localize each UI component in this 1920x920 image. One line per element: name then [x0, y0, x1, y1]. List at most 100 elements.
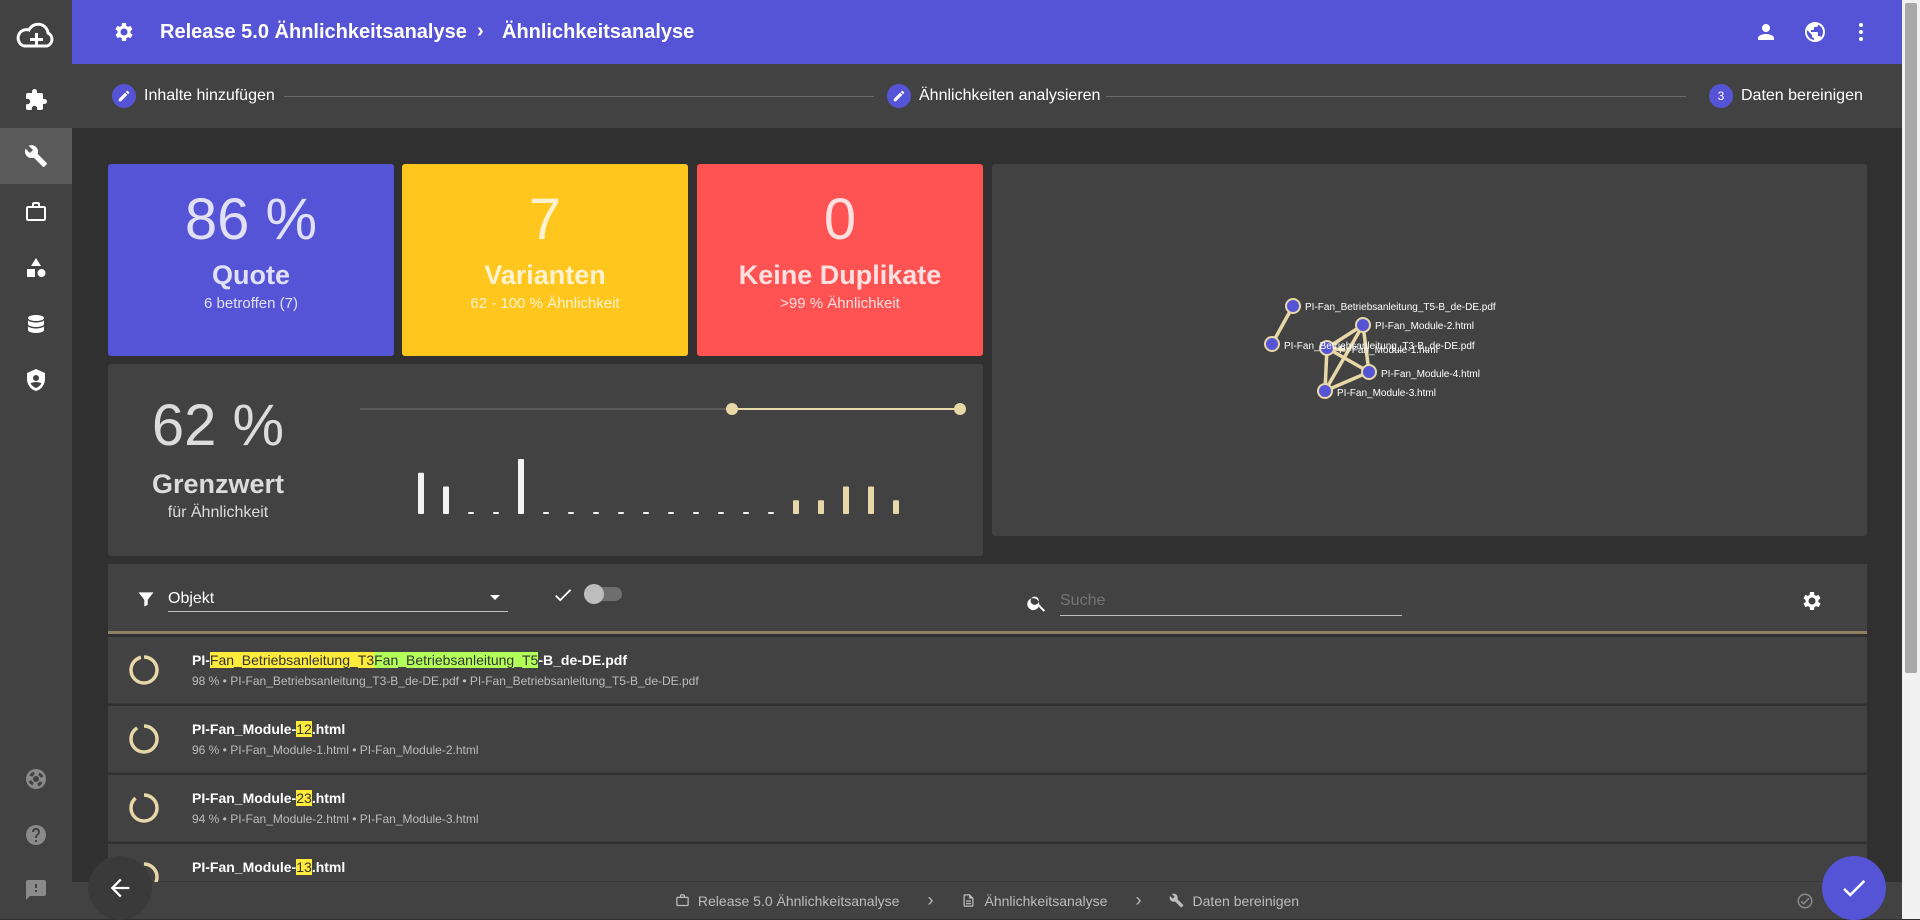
globe-icon[interactable]	[1803, 20, 1827, 44]
histogram-bar	[793, 500, 799, 514]
scrollbar-thumb[interactable]	[1905, 3, 1917, 673]
document-icon	[963, 894, 974, 907]
cloud-add-icon[interactable]	[0, 8, 72, 64]
graph-node-label: PI-Fan_Module-4.html	[1381, 369, 1480, 380]
result-meta: 94 % • PI-Fan_Module-2.html • PI-Fan_Mod…	[192, 812, 479, 826]
varianten-tile[interactable]: 7 Varianten 62 - 100 % Ähnlichkeit	[402, 164, 688, 356]
wrench-icon	[1170, 893, 1184, 908]
step-label: Daten bereinigen	[1741, 87, 1863, 104]
slider-handle-max[interactable]	[954, 403, 966, 415]
page-title: Ähnlichkeitsanalyse	[502, 21, 695, 43]
scrollbar[interactable]	[1902, 0, 1920, 919]
list-item[interactable]: PI-Fan_Betriebsanleitung_T3Fan_Betriebsa…	[108, 637, 1867, 704]
histogram-bar	[893, 500, 899, 514]
puzzle-icon[interactable]	[0, 72, 72, 128]
graph-node[interactable]	[1285, 298, 1301, 314]
footer-crumb-release[interactable]: Release 5.0 Ähnlichkeitsanalyse	[675, 893, 899, 909]
graph-node-label: PI-Fan_Betriebsanleitung_T5-B_de-DE.pdf	[1305, 302, 1496, 313]
footer-crumb-clean[interactable]: Daten bereinigen	[1169, 893, 1299, 909]
nav-rail	[0, 0, 72, 919]
histogram-bar	[468, 512, 474, 514]
lifebuoy-icon[interactable]	[0, 751, 72, 807]
histogram-bar	[618, 512, 624, 514]
histogram-bar	[568, 512, 574, 514]
pencil-icon	[887, 84, 911, 108]
breadcrumb-root[interactable]: Release 5.0 Ähnlichkeitsanalyse	[160, 21, 467, 44]
duplikate-tile[interactable]: 0 Keine Duplikate >99 % Ähnlichkeit	[697, 164, 983, 356]
settings-icon[interactable]	[1800, 589, 1824, 613]
list-item[interactable]: PI-Fan_Module-13.html	[108, 844, 1867, 892]
account-icon[interactable]	[1754, 20, 1778, 44]
histogram-bar	[818, 500, 824, 514]
list-item[interactable]: PI-Fan_Module-12.html 96 % • PI-Fan_Modu…	[108, 706, 1867, 773]
shield-icon[interactable]	[0, 352, 72, 408]
graph-node-label: PI-Fan_Module-2.html	[1375, 321, 1474, 332]
briefcase-icon	[676, 894, 689, 907]
threshold-sub: für Ähnlichkeit	[167, 504, 269, 521]
duplikate-value: 0	[823, 187, 857, 252]
check-icon	[1843, 880, 1866, 897]
gear-icon[interactable]	[112, 20, 136, 44]
varianten-label: Varianten	[484, 259, 606, 290]
chevron-right-icon: ›	[1135, 890, 1142, 910]
histogram-bar	[443, 486, 449, 514]
result-meta: 96 % • PI-Fan_Module-1.html • PI-Fan_Mod…	[192, 743, 479, 757]
footer-crumb-analysis[interactable]: Ähnlichkeitsanalyse	[961, 893, 1107, 909]
step-number: 3	[1709, 84, 1733, 108]
chevron-down-icon	[490, 595, 500, 600]
quote-value: 86 %	[184, 187, 318, 252]
graph-node[interactable]	[1317, 383, 1333, 399]
quote-label: Quote	[212, 259, 290, 290]
step-connector	[284, 96, 874, 97]
histogram-bar	[693, 512, 699, 514]
histogram-bar	[668, 512, 674, 514]
varianten-value: 7	[528, 187, 562, 252]
app-header: Release 5.0 Ähnlichkeitsanalyse › Ähnlic…	[72, 0, 1902, 64]
varianten-sub: 62 - 100 % Ähnlichkeit	[470, 294, 620, 312]
threshold-slider[interactable]	[348, 394, 968, 534]
result-title: PI-Fan_Module-13.html	[192, 859, 346, 875]
graph-node-label: PI-Fan_Module-1.html	[1339, 345, 1438, 356]
more-vert-icon[interactable]	[1849, 20, 1873, 44]
shapes-icon[interactable]	[0, 240, 72, 296]
step-clean[interactable]: 3 Daten bereinigen	[1709, 84, 1863, 108]
quote-tile[interactable]: 86 % Quote 6 betroffen (7)	[108, 164, 394, 356]
histogram-bar	[593, 512, 599, 514]
graph-node-label: PI-Fan_Module-3.html	[1337, 388, 1436, 399]
histogram-bar	[843, 486, 849, 514]
similarity-graph[interactable]: PI-Fan_Betriebsanleitung_T5-B_de-DE.pdf …	[992, 164, 1867, 536]
graph-node[interactable]	[1361, 364, 1377, 380]
result-title: PI-Fan_Module-12.html	[192, 721, 346, 737]
result-meta: 98 % • PI-Fan_Betriebsanleitung_T3-B_de-…	[192, 674, 699, 688]
object-select[interactable]: Objekt	[168, 584, 508, 612]
help-icon[interactable]	[0, 807, 72, 863]
similarity-ring-icon	[129, 655, 159, 685]
duplikate-label: Keine Duplikate	[738, 259, 942, 290]
filter-bar: Objekt	[108, 564, 1867, 634]
graph-node[interactable]	[1264, 336, 1280, 352]
histogram-bar	[643, 512, 649, 514]
list-item[interactable]: PI-Fan_Module-23.html 94 % • PI-Fan_Modu…	[108, 775, 1867, 842]
result-title: PI-Fan_Module-23.html	[192, 790, 346, 806]
graph-node[interactable]	[1355, 317, 1371, 333]
step-analyze[interactable]: Ähnlichkeiten analysieren	[887, 84, 1100, 108]
confirm-button[interactable]	[1822, 856, 1886, 920]
database-icon[interactable]	[0, 296, 72, 352]
filter-icon	[138, 592, 154, 607]
threshold-panel: 62 % Grenzwert für Ähnlichkeit	[108, 364, 983, 556]
duplikate-sub: >99 % Ähnlichkeit	[780, 294, 900, 312]
toggle-switch[interactable]	[584, 584, 622, 604]
step-add-content[interactable]: Inhalte hinzufügen	[112, 84, 275, 108]
histogram-bar	[743, 512, 749, 514]
wrench-icon[interactable]	[0, 128, 72, 184]
similarity-histogram	[418, 459, 899, 514]
slider-handle-min[interactable]	[726, 403, 738, 415]
similarity-ring-icon	[129, 724, 159, 754]
feedback-icon[interactable]	[0, 862, 72, 918]
chevron-right-icon: ›	[927, 890, 934, 910]
search-input[interactable]	[1060, 586, 1402, 616]
step-label: Ähnlichkeiten analysieren	[919, 87, 1101, 104]
back-button[interactable]	[88, 856, 152, 920]
histogram-bar	[868, 486, 874, 514]
briefcase-icon[interactable]	[0, 184, 72, 240]
